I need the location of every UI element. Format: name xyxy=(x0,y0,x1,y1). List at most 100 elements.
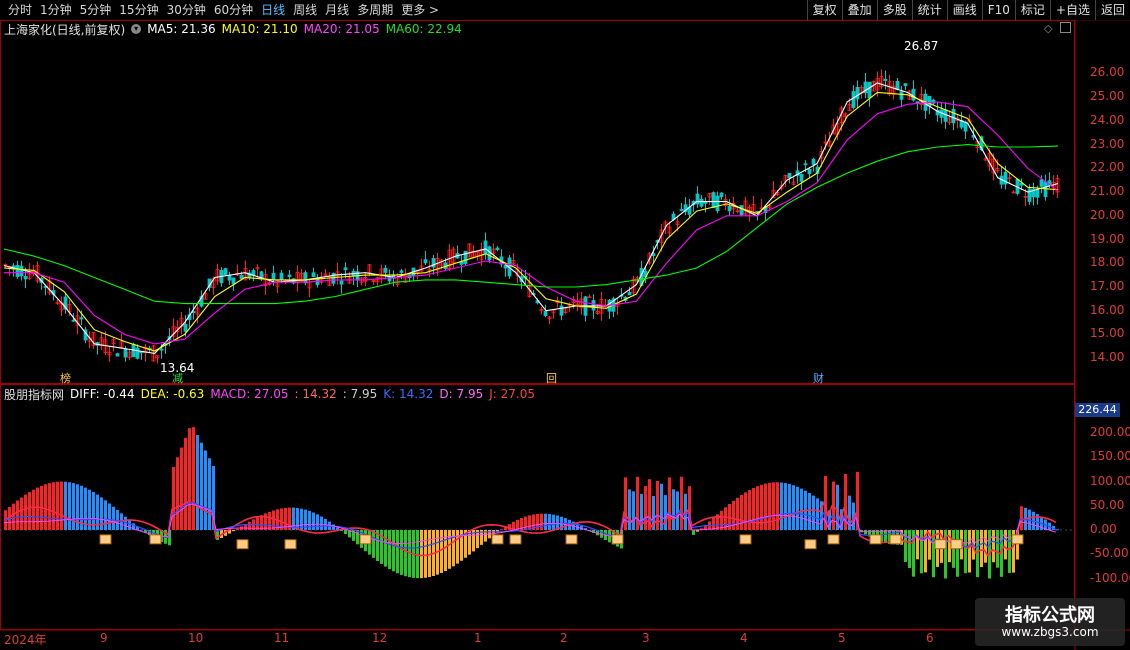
macd-bar xyxy=(536,513,539,530)
candle-body xyxy=(799,173,804,182)
candle-body xyxy=(727,205,732,212)
period-tab-2[interactable]: 5分钟 xyxy=(76,0,116,20)
candle-body xyxy=(835,123,840,135)
candle-body xyxy=(931,99,936,104)
macd-bar xyxy=(924,530,927,573)
macd-bar xyxy=(108,503,111,530)
candle-body xyxy=(147,347,152,351)
macd-bar xyxy=(28,492,31,530)
period-tab-5[interactable]: 60分钟 xyxy=(210,0,257,20)
macd-bar xyxy=(16,500,19,530)
candle-body xyxy=(623,296,628,301)
macd-bar xyxy=(144,530,147,533)
toolbar-button-1[interactable]: 叠加 xyxy=(841,0,877,20)
event-tag[interactable]: 减 xyxy=(172,370,183,386)
macd-bar xyxy=(48,483,51,530)
macd-bar xyxy=(272,510,275,530)
event-tag[interactable]: 回 xyxy=(546,370,557,386)
toolbar-button-6[interactable]: 标记 xyxy=(1014,0,1050,20)
macd-bar xyxy=(500,529,503,531)
macd-bar xyxy=(996,530,999,568)
period-tab-4[interactable]: 30分钟 xyxy=(163,0,210,20)
candle-body xyxy=(991,158,996,174)
toolbar-button-5[interactable]: F10 xyxy=(981,0,1015,20)
macd-bar xyxy=(684,493,687,530)
macd-bar xyxy=(720,510,723,530)
macd-bar xyxy=(220,530,223,538)
macd-bar xyxy=(340,530,343,531)
period-tab-3[interactable]: 15分钟 xyxy=(115,0,162,20)
macd-bar xyxy=(316,514,319,530)
candle-body xyxy=(755,211,760,213)
candle-body xyxy=(1003,171,1008,185)
macd-bar xyxy=(24,494,27,530)
macd-bar xyxy=(128,520,131,530)
macd-line xyxy=(3,503,1057,546)
candle-body xyxy=(503,265,508,269)
price-tick: 15.00 xyxy=(1090,326,1125,341)
candle-body xyxy=(315,278,320,286)
macd-bar xyxy=(948,530,951,563)
signal-flag xyxy=(491,534,504,545)
macd-bar xyxy=(592,530,595,533)
price-tick: 26.00 xyxy=(1090,65,1125,80)
macd-bar xyxy=(168,530,171,546)
toolbar-button-7[interactable]: +自选 xyxy=(1049,0,1095,20)
toolbar-button-8[interactable]: 返回 xyxy=(1094,0,1130,20)
candle-body xyxy=(1043,181,1048,198)
toolbar-button-0[interactable]: 复权 xyxy=(806,0,842,20)
candle-body xyxy=(831,124,836,135)
period-tab-9[interactable]: 多周期 xyxy=(353,0,397,20)
macd-bar xyxy=(756,486,759,530)
macd-bar xyxy=(244,523,247,530)
signal-flag xyxy=(99,534,112,545)
candle-body xyxy=(411,267,416,277)
candle-body xyxy=(183,323,188,332)
macd-bar xyxy=(60,481,63,530)
dropdown-icon[interactable]: ▾ xyxy=(131,24,142,34)
candle-body xyxy=(87,337,92,342)
candle-body xyxy=(379,268,384,280)
toolbar-button-2[interactable]: 多股 xyxy=(876,0,912,20)
candle-body xyxy=(391,274,396,279)
macd-bar xyxy=(120,513,123,530)
candle-body xyxy=(511,260,516,264)
toolbar-button-3[interactable]: 统计 xyxy=(911,0,947,20)
event-tag[interactable]: 榜 xyxy=(60,370,71,386)
macd-bar xyxy=(436,530,439,575)
macd-bar xyxy=(12,503,15,530)
period-tab-1[interactable]: 1分钟 xyxy=(36,0,76,20)
candle-body xyxy=(667,226,672,234)
candle-body xyxy=(643,270,648,278)
event-tag[interactable]: 财 xyxy=(813,370,824,386)
period-tab-6[interactable]: 日线 xyxy=(257,0,289,20)
period-tab-0[interactable]: 分时 xyxy=(4,0,36,20)
toolbar-button-4[interactable]: 画线 xyxy=(946,0,982,20)
candle-body xyxy=(599,298,604,314)
macd-bar xyxy=(540,513,543,530)
candle-body xyxy=(43,286,48,288)
macd-bar xyxy=(872,530,875,539)
period-tab-10[interactable]: 更多 > xyxy=(397,0,443,20)
candle-body xyxy=(811,158,816,165)
candle-body xyxy=(911,88,916,101)
period-tab-7[interactable]: 周线 xyxy=(289,0,321,20)
candle-body xyxy=(971,135,976,138)
diamond-icon[interactable]: ◇ xyxy=(1044,22,1052,35)
candle-body xyxy=(647,253,652,264)
watermark-url: www.zbgs3.com xyxy=(1001,625,1099,639)
settings-icon[interactable] xyxy=(1060,22,1071,33)
macd-bar xyxy=(944,530,947,579)
candle-body xyxy=(171,326,176,337)
candle-body xyxy=(791,181,796,185)
macd-bar xyxy=(716,514,719,530)
period-tab-8[interactable]: 月线 xyxy=(321,0,353,20)
macd-bar xyxy=(1044,519,1047,530)
indicator-name[interactable]: 股朋指标网 xyxy=(4,386,64,403)
chart-canvas[interactable] xyxy=(0,0,1130,650)
signal-flag xyxy=(359,534,372,545)
candle-body xyxy=(175,327,180,332)
ma60-value: MA60: 22.94 xyxy=(385,22,462,36)
stock-title[interactable]: 上海家化(日线,前复权) xyxy=(4,21,125,38)
candle-body xyxy=(415,269,420,273)
